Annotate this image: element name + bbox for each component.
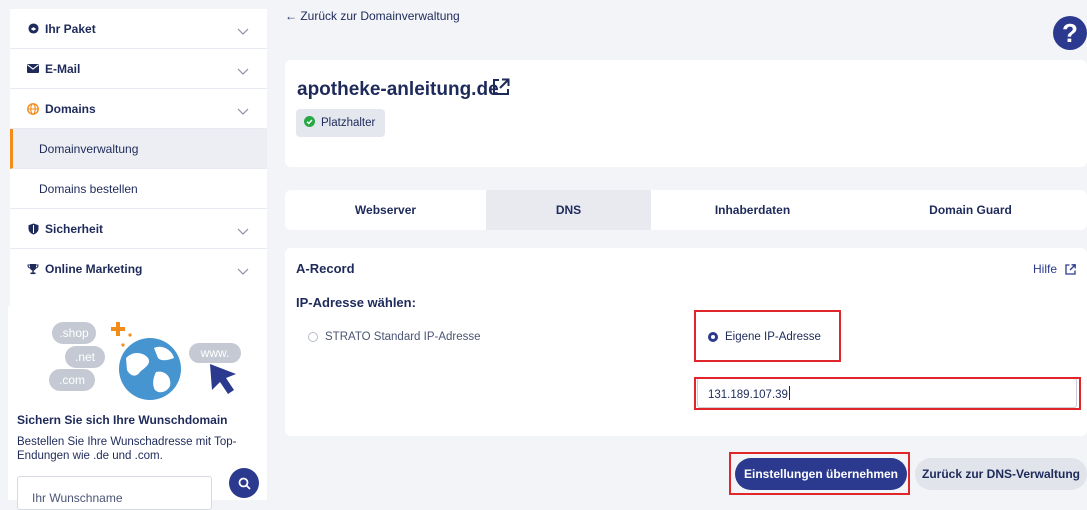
ip-address-value: 131.189.107.39 [708,389,788,401]
ip-address-input[interactable]: 131.189.107.39 [697,378,1077,408]
domain-name: apotheke-anleitung.de [297,79,499,100]
svg-text:www.: www. [200,346,230,360]
sidebar-item-label: Online Marketing [45,262,143,276]
domain-card: apotheke-anleitung.de Platzhalter [285,60,1087,167]
radio-checked [708,332,718,342]
radio-label: Eigene IP-Adresse [725,331,821,343]
sidebar-item-domainverwaltung[interactable]: Domainverwaltung [10,129,267,169]
help-icon[interactable]: ? [1053,16,1087,50]
apply-settings-button[interactable]: Einstellungen übernehmen [735,458,907,490]
sidebar-item-online-marketing[interactable]: Online Marketing [10,249,267,289]
help-link-label: Hilfe [1032,262,1057,276]
svg-text:.com: .com [59,373,85,387]
tag-shop: .shop [52,322,96,344]
sidebar-item-label: Domainverwaltung [39,141,139,156]
radio-unchecked [308,332,318,342]
chevron-down-icon [237,223,249,241]
domain-search-button[interactable] [229,468,259,498]
sidebar-item-label: Ihr Paket [45,21,96,36]
globe-icon [27,102,39,115]
sidebar-item-ihr-paket[interactable]: Ihr Paket [10,9,267,49]
package-icon [27,23,39,35]
tab-dns[interactable]: DNS [486,190,651,230]
sidebar-item-label: Sicherheit [45,221,104,236]
external-link-icon [1065,263,1076,275]
domain-illustration: .shop .net .com www. [49,322,241,402]
sidebar-item-label: E-Mail [45,61,81,76]
sidebar-item-domains-bestellen[interactable]: Domains bestellen [10,169,267,209]
back-to-domainverwaltung-link[interactable]: ← Zurück zur Domainverwaltung [285,9,460,23]
plus-icon [111,322,132,347]
chevron-down-icon [237,63,249,81]
help-link[interactable]: Hilfe [1033,262,1076,276]
promo-text: Bestellen Sie Ihre Wunschadresse mit Top… [17,436,237,462]
promo-card: .shop .net .com www. Sichern Sie sich Ih… [8,306,265,510]
search-icon [238,477,251,490]
status-badge-label: Platzhalter [321,117,376,129]
back-to-dns-button[interactable]: Zurück zur DNS-Verwaltung [915,458,1087,490]
sidebar-item-domains[interactable]: Domains [10,89,267,129]
a-record-card: A-Record Hilfe IP-Adresse wählen: STRATO… [285,248,1087,436]
mail-icon [27,63,39,75]
promo-title: Sichern Sie sich Ihre Wunschdomain [17,413,228,427]
tag-www: www. [189,343,241,363]
cursor-icon [210,364,236,394]
chevron-down-icon [237,263,249,281]
tab-inhaberdaten[interactable]: Inhaberdaten [651,190,854,230]
shield-icon [27,223,39,235]
svg-text:.shop: .shop [59,326,89,340]
check-circle-icon [304,114,315,132]
domain-tabs: Webserver DNS Inhaberdaten Domain Guard [285,190,1087,230]
text-cursor [788,386,790,400]
domain-search-input[interactable]: Ihr Wunschname [17,476,212,510]
chevron-down-icon [237,103,249,121]
radio-custom-ip[interactable]: Eigene IP-Adresse [708,331,821,343]
sidebar-item-label: Domains [45,101,96,116]
sidebar-item-email[interactable]: E-Mail [10,49,267,89]
tag-net: .net [65,346,105,368]
a-record-title: A-Record [296,261,355,276]
tab-domain-guard[interactable]: Domain Guard [854,190,1087,230]
tag-com: .com [49,369,95,391]
tab-webserver[interactable]: Webserver [285,190,486,230]
globe-icon [117,336,183,402]
sidebar-item-label: Domains bestellen [39,181,138,196]
status-badge: Platzhalter [296,109,385,137]
external-link-icon[interactable] [492,78,510,101]
sidebar-item-sicherheit[interactable]: Sicherheit [10,209,267,249]
trophy-icon [27,263,39,275]
radio-label: STRATO Standard IP-Adresse [325,331,481,343]
ip-address-label: IP-Adresse wählen: [296,295,416,310]
svg-text:.net: .net [75,350,96,364]
radio-strato-standard-ip[interactable]: STRATO Standard IP-Adresse [308,331,481,343]
chevron-down-icon [237,23,249,41]
